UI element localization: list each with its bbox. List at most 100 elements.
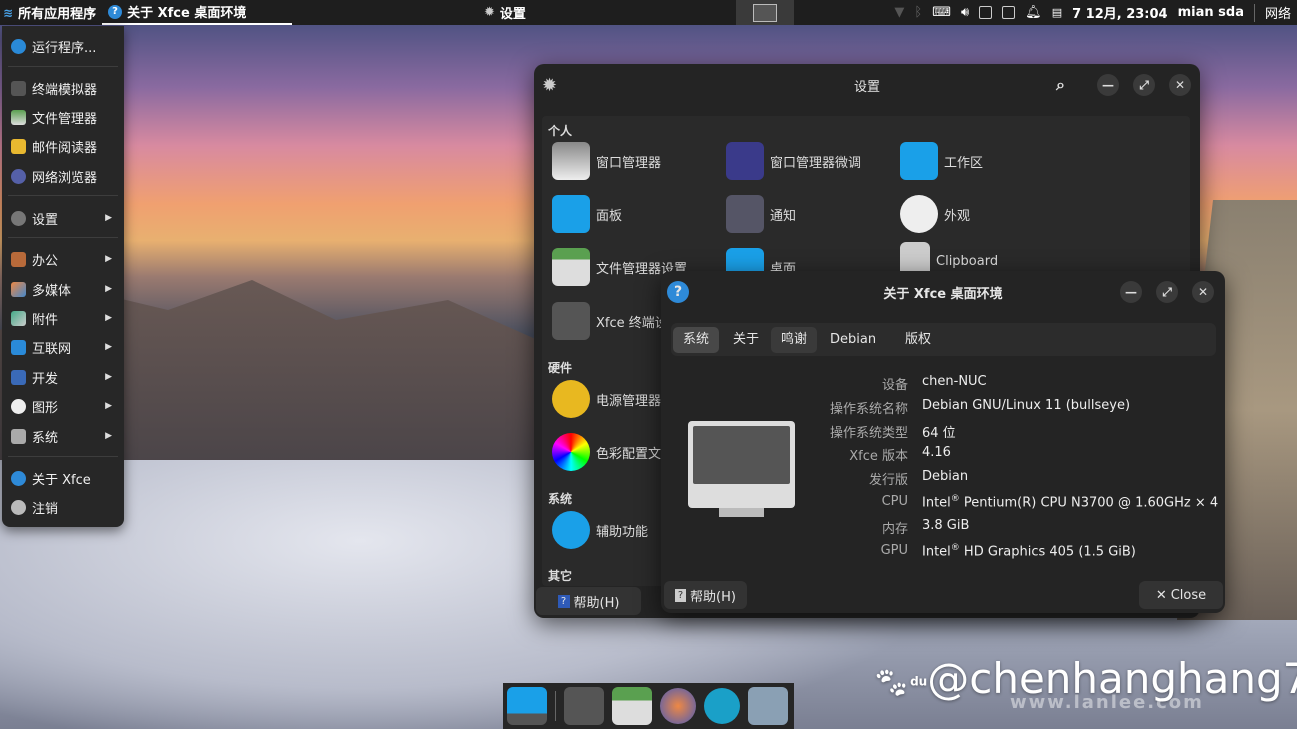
maximize-button[interactable]: ⤢ (1133, 74, 1155, 96)
settings-item-wm-tweaks[interactable]: 窗口管理器微调 (726, 142, 861, 180)
menu-item-browser[interactable]: 网络浏览器 (2, 162, 124, 190)
settings-item-panel[interactable]: 面板 (552, 195, 622, 233)
category-hardware: 硬件 (548, 361, 573, 375)
close-icon: ✕ (1155, 587, 1167, 603)
cpu-vendor: Intel (922, 495, 951, 511)
category-personal: 个人 (548, 124, 573, 138)
applications-menu-button[interactable]: ≋ 所有应用程序 (0, 0, 102, 25)
menu-item-terminal[interactable]: 终端模拟器 (2, 74, 124, 102)
dock-file-manager-icon[interactable] (612, 687, 652, 725)
notification-bell-icon[interactable]: 🔔︎ (1025, 5, 1042, 20)
menu-item-run[interactable]: 运行程序... (2, 32, 124, 60)
tab-copyright[interactable]: 版权 (895, 327, 941, 353)
settings-item-notifications[interactable]: 通知 (726, 195, 796, 233)
dock-folder-icon[interactable] (748, 687, 788, 725)
tab-system[interactable]: 系统 (673, 327, 720, 353)
window-title: 设置 (853, 79, 880, 95)
about-close-button[interactable]: ✕ Close (1139, 581, 1223, 609)
menu-separator (8, 195, 118, 196)
cpu-model: Pentium(R) CPU N3700 @ 1.60GHz × 4 (959, 495, 1219, 511)
terminal-icon (552, 302, 590, 340)
menu-item-system[interactable]: 系统 ▶ (2, 422, 124, 450)
dock-browser-icon[interactable] (660, 688, 696, 724)
search-icon[interactable]: ⌕ (1056, 75, 1065, 95)
volume-icon[interactable]: 🔊︎ (961, 5, 969, 20)
menu-item-graphics[interactable]: 图形 ▶ (2, 392, 124, 420)
close-button[interactable]: ✕ (1169, 74, 1191, 96)
settings-item-label: 工作区 (944, 155, 984, 171)
settings-help-button[interactable]: ? 帮助(H) (536, 587, 641, 615)
close-button[interactable]: ✕ (1192, 281, 1214, 303)
settings-item-accessibility[interactable]: 辅助功能 (552, 511, 648, 549)
chevron-right-icon: ▶ (105, 313, 112, 323)
settings-item-appearance[interactable]: 外观 (900, 195, 970, 233)
menu-item-accessories[interactable]: 附件 ▶ (2, 304, 124, 332)
menu-item-settings[interactable]: 设置 ▶ (2, 204, 124, 232)
tab-about[interactable]: 关于 (723, 327, 769, 353)
settings-item-label: 辅助功能 (596, 524, 649, 540)
top-panel: ≋ 所有应用程序 ? 关于 Xfce 桌面环境 ✹ 设置 ▼ ᛒ ⌨ 🔊︎ 🔔︎… (0, 0, 1297, 25)
category-other: 其它 (548, 569, 573, 583)
minimize-button[interactable]: — (1120, 281, 1142, 303)
menu-item-label: 互联网 (32, 341, 72, 357)
settings-item-label: 面板 (596, 208, 623, 224)
settings-item-color[interactable]: 色彩配置文件 (552, 433, 674, 471)
settings-item-label: 通知 (770, 208, 797, 224)
keyboard-icon[interactable]: ⌨ (932, 5, 951, 20)
network-button[interactable]: 网络 (1265, 3, 1291, 22)
menu-item-label: 文件管理器 (32, 111, 98, 127)
menu-item-label: 网络浏览器 (32, 170, 98, 186)
dock-app-finder-icon[interactable] (704, 688, 740, 724)
workspace-icon (900, 142, 938, 180)
info-row-gpu: GPU Intel® HD Graphics 405 (1.5 GiB) (661, 543, 1221, 567)
clock[interactable]: 7 12月, 23:04 (1072, 3, 1168, 22)
menu-item-dev[interactable]: 开发 ▶ (2, 363, 124, 391)
menu-item-label: 邮件阅读器 (32, 140, 98, 156)
taskbar-item-settings[interactable]: ✹ 设置 (478, 0, 532, 25)
menu-item-mail[interactable]: 邮件阅读器 (2, 132, 124, 160)
menu-item-office[interactable]: 办公 ▶ (2, 245, 124, 273)
chevron-right-icon: ▶ (105, 284, 112, 294)
taskbar-item-about-label: 关于 Xfce 桌面环境 (127, 6, 247, 21)
palette-icon (900, 195, 938, 233)
maximize-button[interactable]: ⤢ (1156, 281, 1178, 303)
dock-terminal-icon[interactable] (564, 687, 604, 725)
battery-icon[interactable] (979, 6, 993, 19)
settings-item-power[interactable]: 电源管理器 (552, 380, 661, 418)
info-label: CPU (881, 494, 908, 509)
menu-item-internet[interactable]: 互联网 ▶ (2, 333, 124, 361)
settings-item-label: 窗口管理器微调 (770, 155, 862, 171)
menu-item-filemgr[interactable]: 文件管理器 (2, 103, 124, 131)
registered-mark: ® (950, 494, 960, 504)
multimedia-icon (11, 281, 26, 297)
tab-debian[interactable]: Debian (820, 327, 886, 353)
settings-item-workspace[interactable]: 工作区 (900, 142, 983, 180)
wifi-icon[interactable]: ▼ (894, 5, 904, 20)
settings-item-wm[interactable]: 窗口管理器 (552, 142, 661, 180)
bluetooth-icon[interactable]: ᛒ (914, 5, 922, 20)
about-help-button[interactable]: ? 帮助(H) (664, 581, 747, 609)
magic-wand-icon (726, 142, 764, 180)
info-value: Debian (922, 469, 969, 484)
run-icon (11, 38, 26, 54)
chevron-right-icon: ▶ (105, 372, 112, 382)
menu-item-multimedia[interactable]: 多媒体 ▶ (2, 275, 124, 303)
minimize-button[interactable]: — (1097, 74, 1119, 96)
info-row-cpu: CPU Intel® Pentium(R) CPU N3700 @ 1.60GHz… (661, 494, 1221, 518)
taskbar-item-about[interactable]: ? 关于 Xfce 桌面环境 (102, 0, 293, 25)
display-icon[interactable] (1002, 6, 1016, 19)
category-system: 系统 (548, 492, 573, 506)
tab-credits[interactable]: 鸣谢 (771, 327, 818, 353)
menu-item-logout[interactable]: 注销 (2, 493, 124, 521)
info-value: Debian GNU/Linux 11 (bullseye) (922, 398, 1131, 413)
about-titlebar[interactable]: ? 关于 Xfce 桌面环境 — ⤢ ✕ (661, 271, 1225, 313)
workspace-switcher[interactable] (736, 0, 794, 25)
menu-item-label: 系统 (32, 430, 59, 446)
menu-item-about[interactable]: 关于 Xfce (2, 464, 124, 492)
user-menu[interactable]: mian sda (1178, 5, 1244, 20)
help-button-label: 帮助(H) (573, 595, 620, 611)
dock-show-desktop-icon[interactable] (507, 687, 547, 725)
info-label: GPU (880, 543, 908, 558)
settings-titlebar[interactable]: ✹ 设置 ⌕ — ⤢ ✕ (534, 64, 1200, 106)
chevron-right-icon: ▶ (105, 213, 112, 223)
